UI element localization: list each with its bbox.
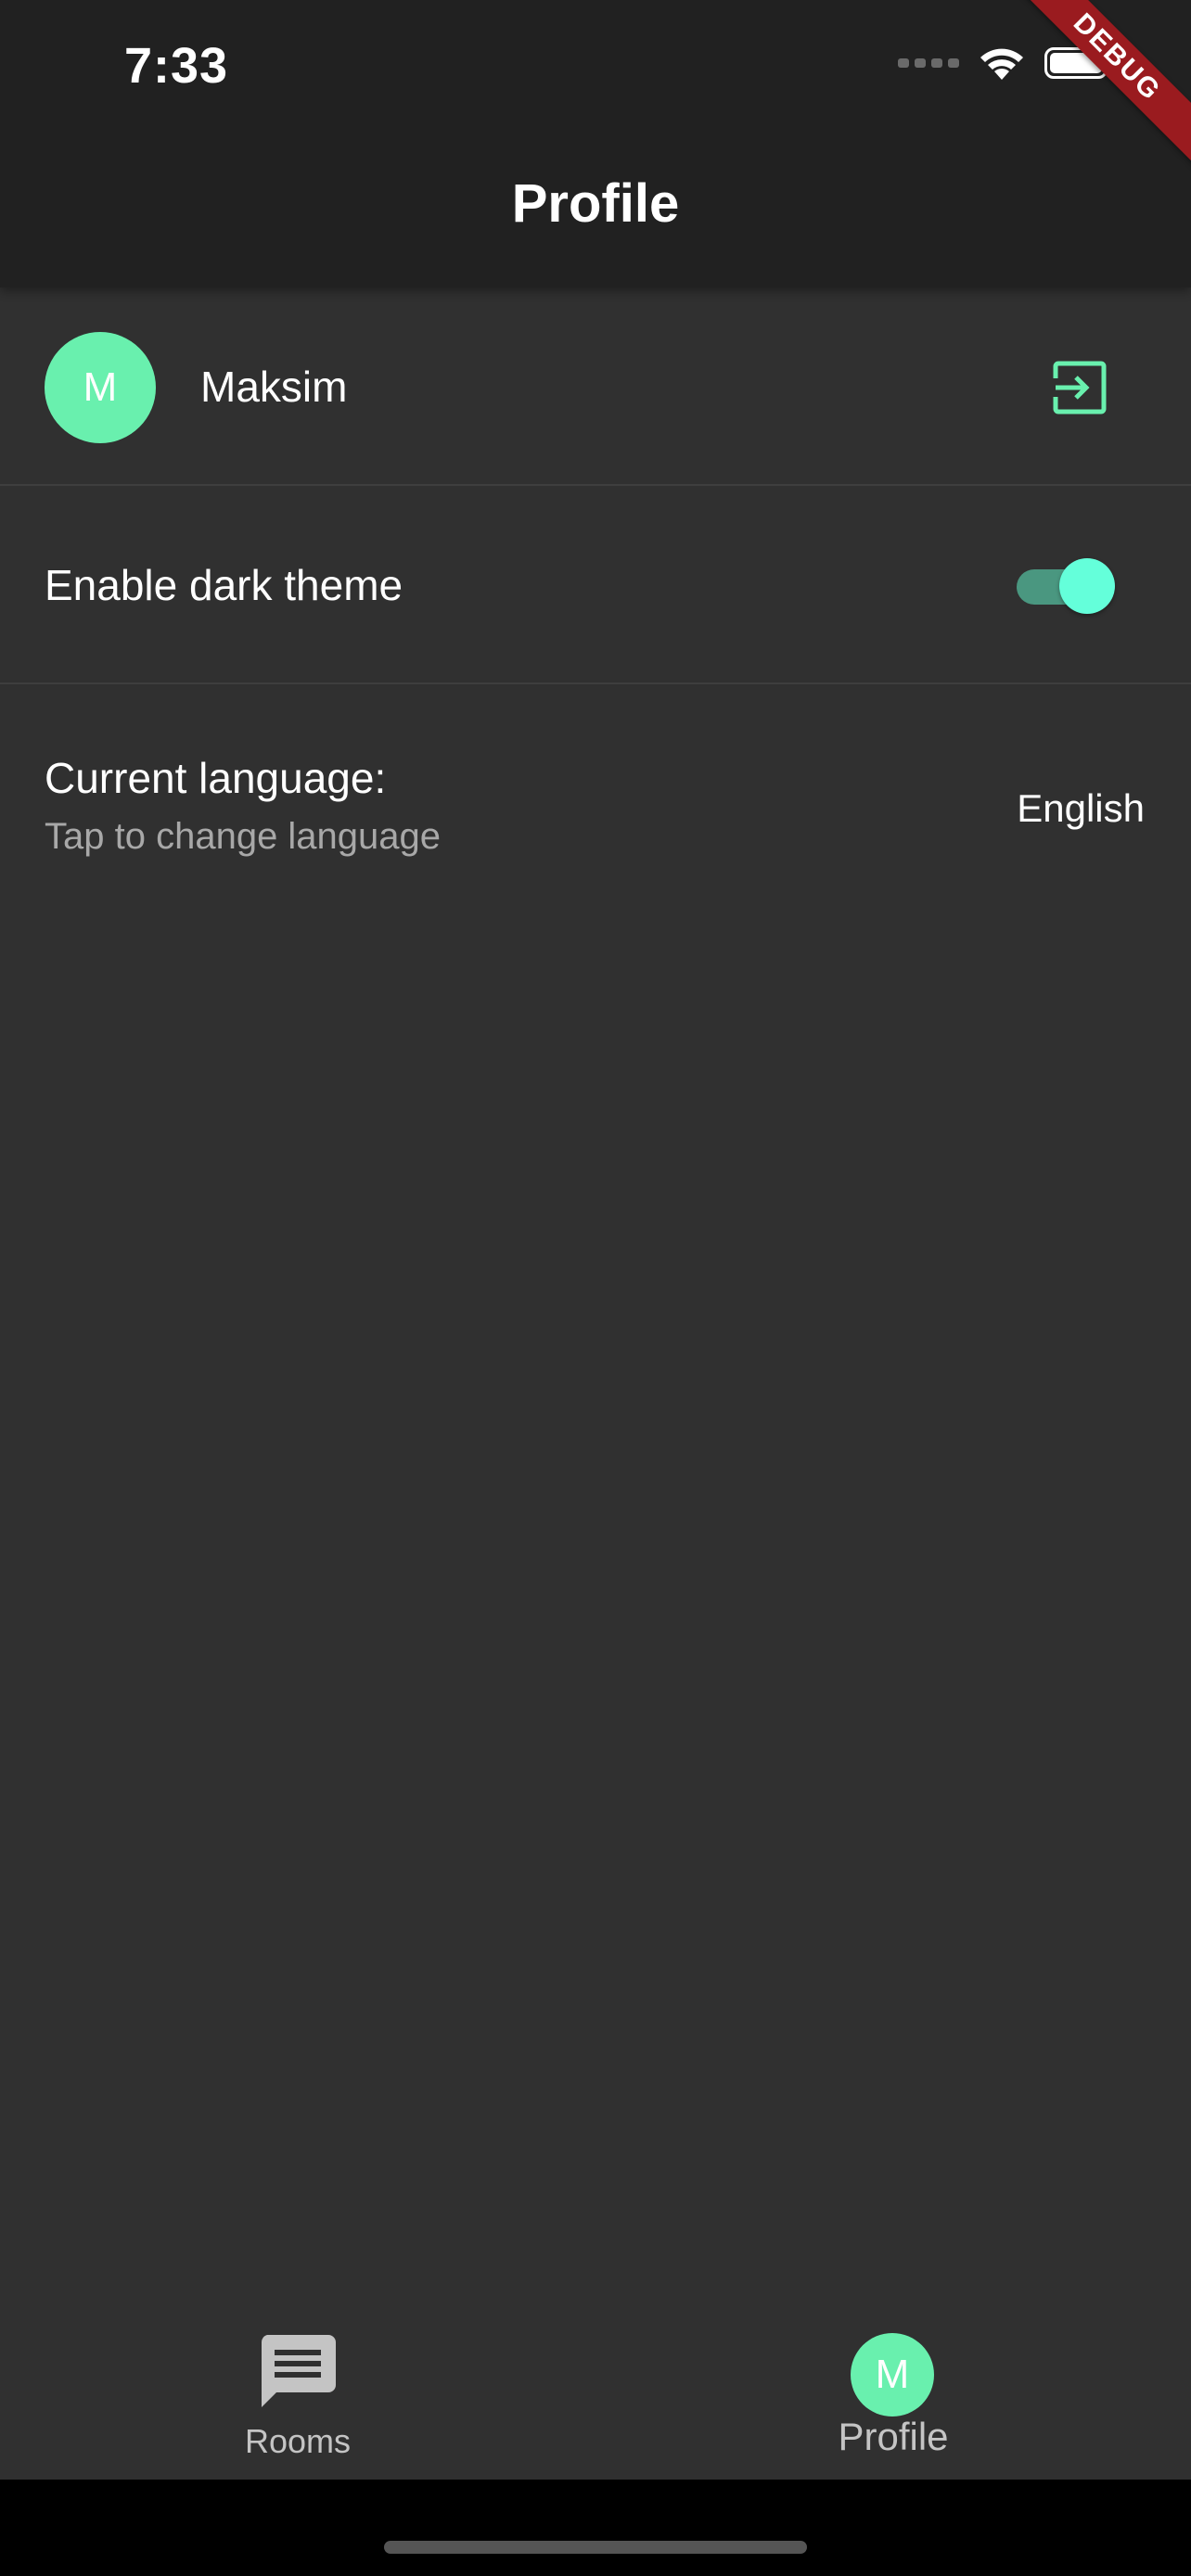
page-title: Profile: [511, 173, 680, 234]
user-name: Maksim: [200, 363, 348, 411]
chat-icon: [261, 2335, 336, 2407]
app-bar: 7:33 Profile: [0, 0, 1191, 287]
dark-theme-row[interactable]: Enable dark theme: [0, 486, 1191, 684]
dark-theme-switch[interactable]: [1017, 555, 1119, 616]
cellular-signal-icon: [898, 58, 959, 68]
dark-theme-label: Enable dark theme: [45, 561, 403, 609]
home-indicator[interactable]: [384, 2541, 807, 2554]
nav-avatar: M: [851, 2333, 934, 2417]
wifi-icon: [980, 48, 1023, 80]
nav-label-rooms: Rooms: [244, 2422, 352, 2460]
home-indicator-area: [0, 2480, 1191, 2576]
bottom-navigation: Rooms M Profile: [0, 2307, 1191, 2480]
avatar[interactable]: M: [45, 332, 156, 443]
app-screen: 7:33 Profile DEBUG M Maksim Enable dark …: [0, 0, 1191, 2576]
nav-item-profile[interactable]: M Profile: [596, 2307, 1191, 2480]
switch-thumb: [1059, 558, 1115, 614]
status-time: 7:33: [124, 38, 229, 94]
logout-icon[interactable]: [1052, 360, 1108, 415]
profile-row: M Maksim: [0, 287, 1191, 486]
status-icons: [898, 45, 1113, 82]
language-subtitle: Tap to change language: [45, 816, 442, 857]
nav-label-profile: Profile: [838, 2415, 949, 2458]
language-value[interactable]: English: [1017, 786, 1145, 831]
nav-item-rooms[interactable]: Rooms: [0, 2307, 596, 2480]
language-title: Current language:: [45, 754, 387, 802]
